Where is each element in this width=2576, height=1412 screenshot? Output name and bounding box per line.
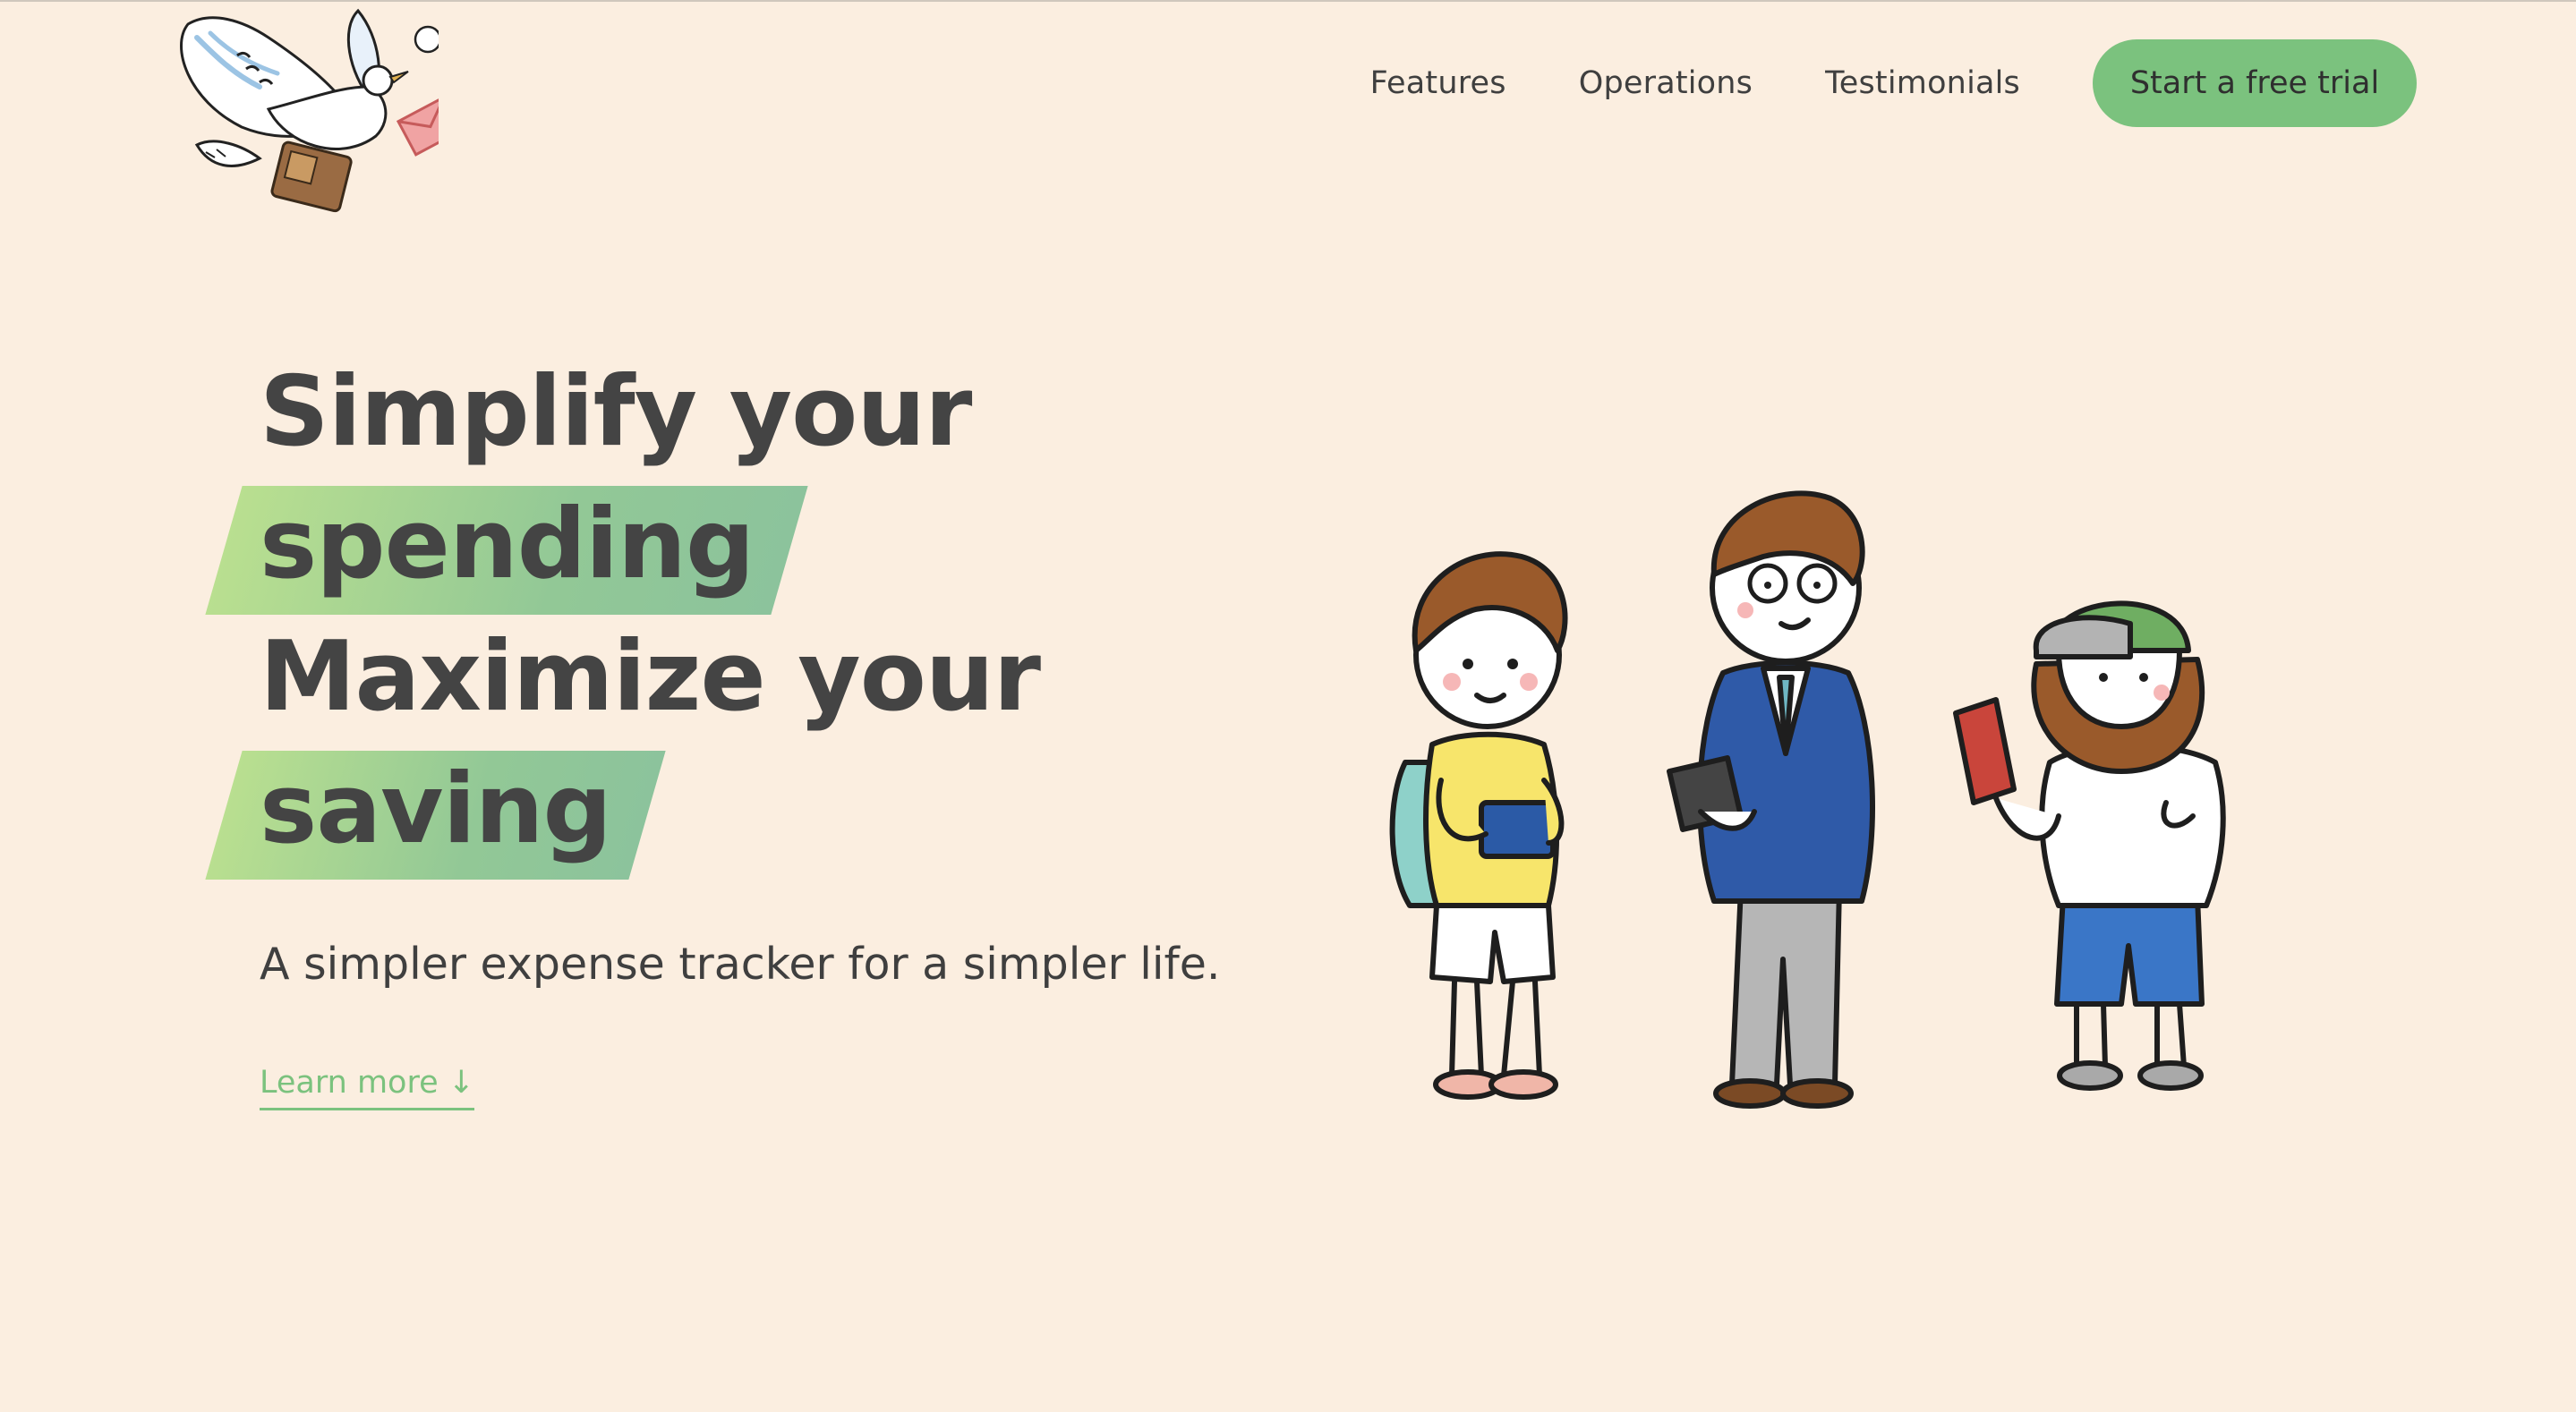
hero-heading: Simplify your spending Maximize your sav… bbox=[205, 346, 1041, 880]
highlight-spending: spending bbox=[205, 479, 808, 615]
learn-more-link[interactable]: Learn more ↓ bbox=[260, 1065, 475, 1110]
nav-link-operations[interactable]: Operations bbox=[1579, 65, 1753, 101]
logo-bird-icon[interactable] bbox=[161, 2, 439, 217]
main-nav: Features Operations Testimonials Start a… bbox=[1370, 39, 2417, 127]
start-free-trial-button[interactable]: Start a free trial bbox=[2093, 39, 2417, 127]
bearded-man-figure bbox=[1953, 600, 2226, 1091]
hero-word-saving: saving bbox=[260, 753, 612, 865]
hero-subtitle: A simpler expense tracker for a simpler … bbox=[260, 939, 1221, 990]
businessman-figure bbox=[1667, 490, 1875, 1109]
hero-line-saving-row: saving bbox=[205, 744, 1040, 880]
highlight-saving: saving bbox=[205, 744, 666, 880]
child-figure bbox=[1389, 551, 1568, 1100]
hero-line-maximize: Maximize your bbox=[260, 621, 1041, 733]
nav-link-features[interactable]: Features bbox=[1370, 65, 1506, 101]
landing-page: Features Operations Testimonials Start a… bbox=[0, 0, 2576, 1412]
hero-word-spending: spending bbox=[260, 489, 755, 600]
hero-line-spending-row: spending bbox=[205, 479, 1040, 615]
people-illustration bbox=[1389, 490, 2226, 1109]
nav-link-testimonials[interactable]: Testimonials bbox=[1825, 65, 2020, 101]
hero-line-simplify: Simplify your bbox=[260, 356, 972, 468]
